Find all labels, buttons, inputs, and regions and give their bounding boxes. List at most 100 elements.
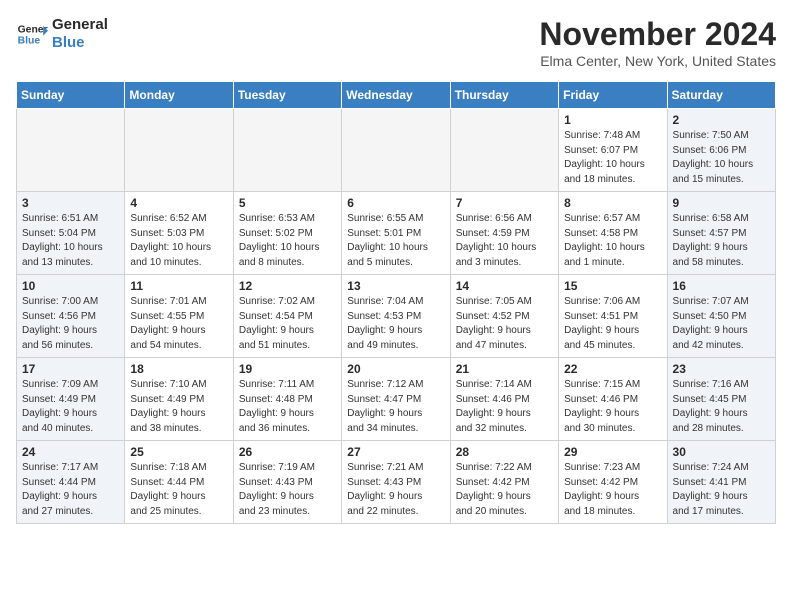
- day-number: 11: [130, 279, 227, 293]
- day-number: 24: [22, 445, 119, 459]
- day-cell: 26Sunrise: 7:19 AM Sunset: 4:43 PM Dayli…: [233, 441, 341, 524]
- day-info: Sunrise: 7:04 AM Sunset: 4:53 PM Dayligh…: [347, 295, 444, 353]
- week-row-4: 17 Sunrise: 7:09 AM Sunset: 4:49 PM Dayli…: [17, 358, 776, 441]
- day-cell: 20 Sunrise: 7:12 AM Sunset: 4:47 PM Dayli…: [342, 358, 450, 441]
- day-number: 16: [673, 279, 770, 293]
- col-header-sunday: Sunday: [17, 82, 125, 109]
- day-info: Sunrise: 7:23 AM Sunset: 4:42 PM Dayligh…: [564, 461, 661, 519]
- day-cell: 4Sunrise: 6:52 AM Sunset: 5:03 PM Daylig…: [125, 192, 233, 275]
- day-cell: 28 Sunrise: 7:22 AM Sunset: 4:42 PM Dayli…: [450, 441, 558, 524]
- day-number: 18: [130, 362, 227, 376]
- logo-text: General: [52, 16, 108, 34]
- day-info: Sunrise: 7:22 AM Sunset: 4:42 PM Dayligh…: [456, 461, 553, 519]
- location: Elma Center, New York, United States: [539, 53, 776, 69]
- day-info: Sunrise: 7:50 AM Sunset: 6:06 PM Dayligh…: [673, 129, 770, 187]
- logo-subtext: Blue: [52, 34, 108, 52]
- day-cell: 9 Sunrise: 6:58 AM Sunset: 4:57 PM Daylig…: [667, 192, 775, 275]
- day-cell: 15Sunrise: 7:06 AM Sunset: 4:51 PM Dayli…: [559, 275, 667, 358]
- day-number: 13: [347, 279, 444, 293]
- day-number: 5: [239, 196, 336, 210]
- day-number: 14: [456, 279, 553, 293]
- day-cell: 2 Sunrise: 7:50 AM Sunset: 6:06 PM Daylig…: [667, 109, 775, 192]
- day-cell: 10 Sunrise: 7:00 AM Sunset: 4:56 PM Dayli…: [17, 275, 125, 358]
- day-cell: [17, 109, 125, 192]
- day-cell: [342, 109, 450, 192]
- day-info: Sunrise: 6:51 AM Sunset: 5:04 PM Dayligh…: [22, 212, 119, 270]
- week-row-2: 3 Sunrise: 6:51 AM Sunset: 5:04 PM Daylig…: [17, 192, 776, 275]
- day-info: Sunrise: 6:52 AM Sunset: 5:03 PM Dayligh…: [130, 212, 227, 270]
- day-number: 26: [239, 445, 336, 459]
- day-info: Sunrise: 7:11 AM Sunset: 4:48 PM Dayligh…: [239, 378, 336, 436]
- day-number: 6: [347, 196, 444, 210]
- day-cell: 14 Sunrise: 7:05 AM Sunset: 4:52 PM Dayli…: [450, 275, 558, 358]
- day-info: Sunrise: 7:24 AM Sunset: 4:41 PM Dayligh…: [673, 461, 770, 519]
- svg-text:Blue: Blue: [18, 36, 41, 47]
- col-header-saturday: Saturday: [667, 82, 775, 109]
- col-header-wednesday: Wednesday: [342, 82, 450, 109]
- day-info: Sunrise: 7:21 AM Sunset: 4:43 PM Dayligh…: [347, 461, 444, 519]
- day-cell: 27Sunrise: 7:21 AM Sunset: 4:43 PM Dayli…: [342, 441, 450, 524]
- day-cell: 11Sunrise: 7:01 AM Sunset: 4:55 PM Dayli…: [125, 275, 233, 358]
- header-row: SundayMondayTuesdayWednesdayThursdayFrid…: [17, 82, 776, 109]
- day-cell: 1Sunrise: 7:48 AM Sunset: 6:07 PM Daylig…: [559, 109, 667, 192]
- day-cell: 25 Sunrise: 7:18 AM Sunset: 4:44 PM Dayli…: [125, 441, 233, 524]
- day-cell: 6 Sunrise: 6:55 AM Sunset: 5:01 PM Daylig…: [342, 192, 450, 275]
- day-info: Sunrise: 7:09 AM Sunset: 4:49 PM Dayligh…: [22, 378, 119, 436]
- day-number: 19: [239, 362, 336, 376]
- day-number: 22: [564, 362, 661, 376]
- day-cell: 22 Sunrise: 7:15 AM Sunset: 4:46 PM Dayli…: [559, 358, 667, 441]
- day-cell: 16 Sunrise: 7:07 AM Sunset: 4:50 PM Dayli…: [667, 275, 775, 358]
- day-info: Sunrise: 7:15 AM Sunset: 4:46 PM Dayligh…: [564, 378, 661, 436]
- day-number: 2: [673, 113, 770, 127]
- day-info: Sunrise: 7:48 AM Sunset: 6:07 PM Dayligh…: [564, 129, 661, 187]
- day-info: Sunrise: 6:58 AM Sunset: 4:57 PM Dayligh…: [673, 212, 770, 270]
- day-number: 3: [22, 196, 119, 210]
- logo-icon: General Blue: [16, 18, 48, 50]
- day-cell: 17 Sunrise: 7:09 AM Sunset: 4:49 PM Dayli…: [17, 358, 125, 441]
- page-header: General Blue General Blue November 2024 …: [16, 16, 776, 69]
- day-info: Sunrise: 7:16 AM Sunset: 4:45 PM Dayligh…: [673, 378, 770, 436]
- day-info: Sunrise: 7:10 AM Sunset: 4:49 PM Dayligh…: [130, 378, 227, 436]
- day-info: Sunrise: 6:55 AM Sunset: 5:01 PM Dayligh…: [347, 212, 444, 270]
- day-cell: 7Sunrise: 6:56 AM Sunset: 4:59 PM Daylig…: [450, 192, 558, 275]
- day-cell: 19 Sunrise: 7:11 AM Sunset: 4:48 PM Dayli…: [233, 358, 341, 441]
- col-header-monday: Monday: [125, 82, 233, 109]
- day-cell: [125, 109, 233, 192]
- week-row-1: 1Sunrise: 7:48 AM Sunset: 6:07 PM Daylig…: [17, 109, 776, 192]
- day-info: Sunrise: 7:00 AM Sunset: 4:56 PM Dayligh…: [22, 295, 119, 353]
- day-info: Sunrise: 7:12 AM Sunset: 4:47 PM Dayligh…: [347, 378, 444, 436]
- day-number: 17: [22, 362, 119, 376]
- day-cell: 30 Sunrise: 7:24 AM Sunset: 4:41 PM Dayli…: [667, 441, 775, 524]
- calendar-table: SundayMondayTuesdayWednesdayThursdayFrid…: [16, 81, 776, 524]
- day-info: Sunrise: 7:05 AM Sunset: 4:52 PM Dayligh…: [456, 295, 553, 353]
- day-number: 21: [456, 362, 553, 376]
- day-number: 9: [673, 196, 770, 210]
- day-info: Sunrise: 7:17 AM Sunset: 4:44 PM Dayligh…: [22, 461, 119, 519]
- day-info: Sunrise: 7:07 AM Sunset: 4:50 PM Dayligh…: [673, 295, 770, 353]
- day-cell: 13 Sunrise: 7:04 AM Sunset: 4:53 PM Dayli…: [342, 275, 450, 358]
- day-number: 30: [673, 445, 770, 459]
- day-cell: 21Sunrise: 7:14 AM Sunset: 4:46 PM Dayli…: [450, 358, 558, 441]
- col-header-tuesday: Tuesday: [233, 82, 341, 109]
- day-number: 28: [456, 445, 553, 459]
- day-cell: 5Sunrise: 6:53 AM Sunset: 5:02 PM Daylig…: [233, 192, 341, 275]
- day-cell: 24 Sunrise: 7:17 AM Sunset: 4:44 PM Dayli…: [17, 441, 125, 524]
- day-info: Sunrise: 7:18 AM Sunset: 4:44 PM Dayligh…: [130, 461, 227, 519]
- day-cell: 18 Sunrise: 7:10 AM Sunset: 4:49 PM Dayli…: [125, 358, 233, 441]
- day-number: 29: [564, 445, 661, 459]
- col-header-friday: Friday: [559, 82, 667, 109]
- day-cell: 23 Sunrise: 7:16 AM Sunset: 4:45 PM Dayli…: [667, 358, 775, 441]
- day-cell: 3 Sunrise: 6:51 AM Sunset: 5:04 PM Daylig…: [17, 192, 125, 275]
- day-number: 15: [564, 279, 661, 293]
- col-header-thursday: Thursday: [450, 82, 558, 109]
- day-cell: 12Sunrise: 7:02 AM Sunset: 4:54 PM Dayli…: [233, 275, 341, 358]
- day-number: 10: [22, 279, 119, 293]
- day-info: Sunrise: 7:02 AM Sunset: 4:54 PM Dayligh…: [239, 295, 336, 353]
- day-number: 23: [673, 362, 770, 376]
- day-number: 20: [347, 362, 444, 376]
- day-number: 7: [456, 196, 553, 210]
- week-row-5: 24 Sunrise: 7:17 AM Sunset: 4:44 PM Dayli…: [17, 441, 776, 524]
- day-cell: [450, 109, 558, 192]
- day-number: 25: [130, 445, 227, 459]
- day-info: Sunrise: 6:57 AM Sunset: 4:58 PM Dayligh…: [564, 212, 661, 270]
